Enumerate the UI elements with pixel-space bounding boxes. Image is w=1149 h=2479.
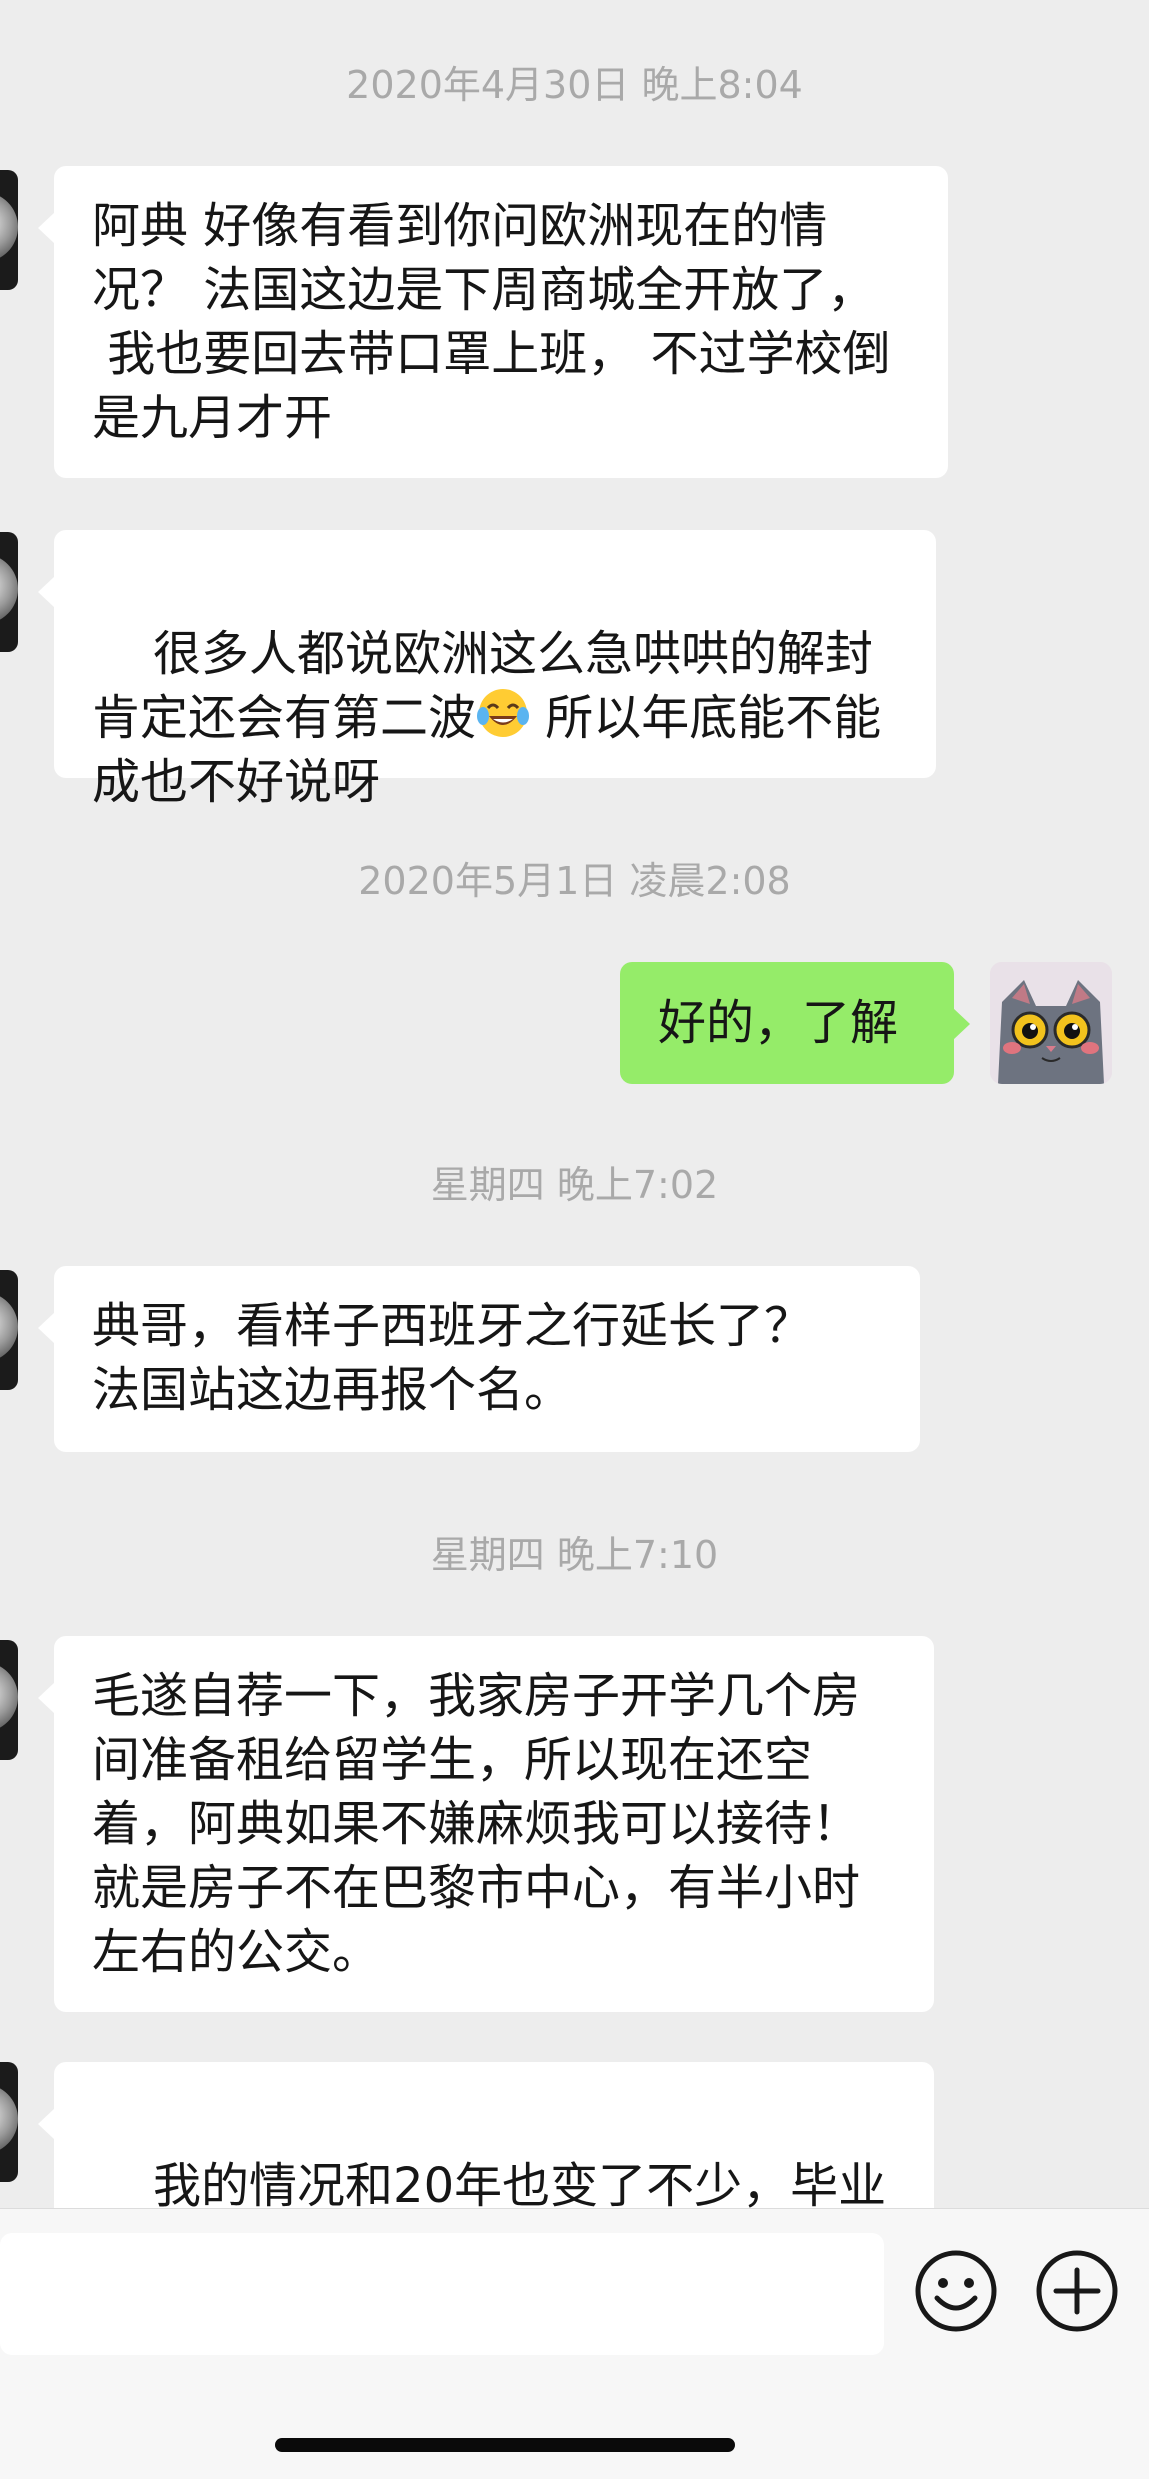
timestamp: 星期四 晚上7:02 (430, 1163, 719, 1207)
moon-avatar-image (0, 1662, 18, 1732)
plus-icon[interactable] (1034, 2248, 1120, 2334)
user-avatar[interactable] (990, 962, 1112, 1084)
moon-avatar-image (0, 554, 18, 624)
contact-avatar[interactable] (0, 1640, 18, 1760)
cat-avatar-image (990, 962, 1112, 1084)
smiley-icon[interactable] (913, 2248, 999, 2334)
tears-of-joy-emoji (477, 689, 530, 737)
received-message-bubble[interactable]: 阿典 好像有看到你问欧洲现在的情况？ 法国这边是下周商城全开放了， 我也要回去带… (38, 166, 948, 478)
message-input[interactable] (0, 2233, 884, 2355)
chat-area[interactable]: 2020年4月30日 晚上8:04 阿典 好像有看到你问欧洲现在的情况？ 法国这… (0, 0, 1149, 2208)
message-text: 我的情况和20年也变了不少，毕业了，工作了，结婚了，买房了 (153, 2158, 887, 2208)
contact-avatar[interactable] (0, 170, 18, 290)
moon-avatar-image (0, 1292, 18, 1362)
timestamp: 2020年4月30日 晚上8:04 (346, 63, 803, 107)
contact-avatar[interactable] (0, 1270, 18, 1390)
moon-avatar-image (0, 2084, 18, 2154)
sent-message-bubble[interactable]: 好的，了解 (620, 962, 970, 1084)
timestamp: 星期四 晚上7:10 (430, 1533, 719, 1577)
contact-avatar[interactable] (0, 532, 18, 652)
received-message-bubble[interactable]: 很多人都说欧洲这么急哄哄的解封肯定还会有第二波 所以年底能不能成也不好说呀 (38, 530, 936, 810)
received-message-bubble[interactable]: 毛遂自荐一下，我家房子开学几个房间准备租给留学生，所以现在还空着，阿典如果不嫌麻… (38, 1636, 934, 2012)
received-message-bubble[interactable]: 典哥，看样子西班牙之行延长了？ 法国站这边再报个名。 (38, 1266, 920, 1452)
moon-avatar-image (0, 192, 18, 262)
home-indicator (275, 2438, 735, 2452)
timestamp: 2020年5月1日 凌晨2:08 (358, 859, 791, 903)
contact-avatar[interactable] (0, 2062, 18, 2182)
received-message-bubble[interactable]: 我的情况和20年也变了不少，毕业了，工作了，结婚了，买房了 (38, 2062, 934, 2208)
